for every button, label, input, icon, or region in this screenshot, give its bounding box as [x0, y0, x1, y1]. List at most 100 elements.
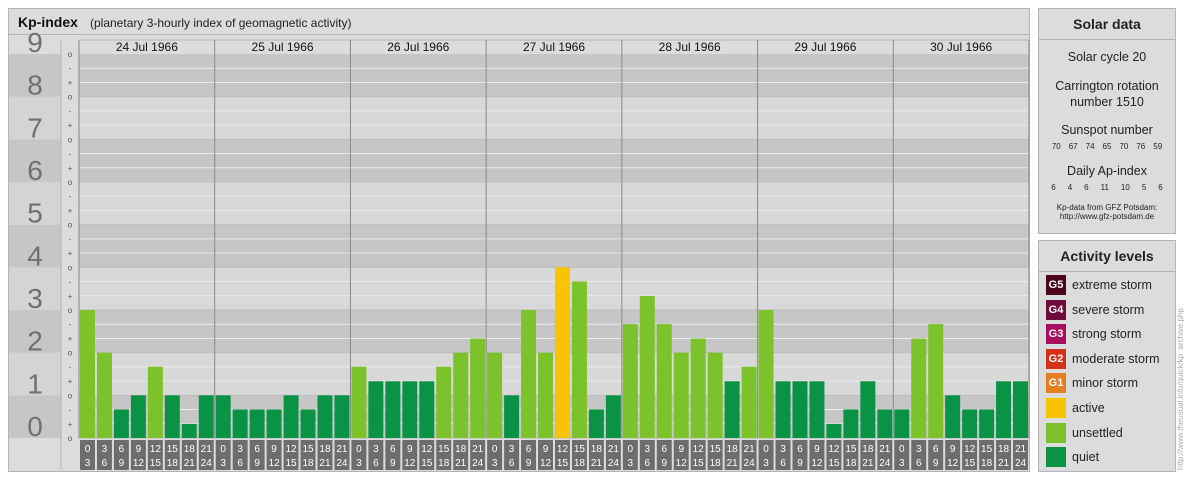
interval-start-label: 12 — [421, 444, 433, 455]
interval-start-label: 15 — [845, 444, 857, 455]
sunspot-value-0: 70 — [1051, 142, 1061, 151]
kp-bar — [368, 381, 384, 438]
interval-end-label: 9 — [797, 458, 803, 469]
y-minor-mark: o — [68, 221, 73, 230]
kp-bar — [707, 352, 723, 438]
interval-end-label: 24 — [608, 458, 620, 469]
kp-bar — [80, 310, 95, 438]
ap-value-4: 10 — [1120, 183, 1130, 192]
interval-end-label: 21 — [591, 458, 603, 469]
y-minor-mark: - — [69, 363, 72, 372]
legend-label: severe storm — [1072, 302, 1145, 317]
kp-bar — [588, 409, 604, 438]
interval-end-label: 12 — [540, 458, 552, 469]
legend-swatch — [1046, 398, 1066, 418]
legend-item-quiet: quiet — [1046, 447, 1099, 468]
day-label: 30 Jul 1966 — [930, 40, 992, 54]
interval-start-label: 3 — [102, 444, 108, 455]
interval-end-label: 6 — [645, 458, 651, 469]
kp-bar — [996, 381, 1012, 438]
interval-start-label: 18 — [591, 444, 603, 455]
interval-end-label: 24 — [1015, 458, 1027, 469]
interval-start-label: 21 — [472, 444, 484, 455]
legend-item-minor-storm: G1 minor storm — [1046, 373, 1138, 394]
interval-end-label: 3 — [85, 458, 91, 469]
interval-end-label: 21 — [727, 458, 739, 469]
y-minor-mark: + — [68, 377, 73, 386]
kp-bar — [283, 395, 299, 438]
y-minor-mark: - — [69, 320, 72, 329]
kp-bar — [809, 381, 825, 438]
interval-end-label: 15 — [693, 458, 705, 469]
interval-end-label: 12 — [811, 458, 823, 469]
interval-start-label: 12 — [828, 444, 840, 455]
interval-end-label: 3 — [492, 458, 498, 469]
interval-start-label: 9 — [136, 444, 142, 455]
interval-end-label: 9 — [661, 458, 667, 469]
y-tick-label: 4 — [27, 240, 43, 271]
y-tick-label: 7 — [27, 112, 43, 143]
sunspot-value-1: 67 — [1068, 142, 1078, 151]
interval-start-label: 0 — [628, 444, 634, 455]
y-minor-mark: + — [68, 334, 73, 343]
interval-start-label: 0 — [85, 444, 91, 455]
kp-bar — [470, 338, 486, 438]
kp-bar — [792, 381, 808, 438]
legend-label: extreme storm — [1072, 278, 1152, 292]
interval-start-label: 0 — [763, 444, 769, 455]
interval-end-label: 15 — [557, 458, 569, 469]
interval-start-label: 9 — [814, 444, 820, 455]
y-band — [79, 352, 1029, 396]
interval-end-label: 15 — [964, 458, 976, 469]
kp-bar — [656, 324, 672, 438]
interval-end-label: 15 — [421, 458, 433, 469]
interval-start-label: 6 — [797, 444, 803, 455]
legend-item-extreme-storm: G5 extreme storm — [1046, 275, 1152, 295]
kp-bar — [673, 352, 689, 438]
interval-end-label: 21 — [455, 458, 467, 469]
kp-bar — [300, 409, 316, 438]
ap-values: 6 4 6 11 10 5 6 — [1039, 183, 1175, 192]
interval-start-label: 0 — [356, 444, 362, 455]
day-label: 24 Jul 1966 — [116, 40, 178, 54]
interval-end-label: 6 — [373, 458, 379, 469]
ap-value-3: 11 — [1100, 183, 1109, 192]
interval-end-label: 12 — [269, 458, 281, 469]
y-tick-label: 0 — [27, 411, 43, 442]
interval-end-label: 9 — [390, 458, 396, 469]
interval-end-label: 18 — [302, 458, 314, 469]
kp-chart-panel: Kp-index (planetary 3-hourly index of ge… — [8, 8, 1030, 472]
kp-bar — [334, 395, 350, 438]
kp-bar — [826, 423, 842, 438]
kp-bar — [130, 395, 146, 438]
legend-label: unsettled — [1072, 425, 1123, 440]
sunspot-value-3: 65 — [1102, 142, 1112, 151]
sunspot-value-2: 74 — [1085, 142, 1095, 151]
y-minor-mark: o — [68, 135, 73, 144]
day-label: 27 Jul 1966 — [523, 40, 585, 54]
ap-value-0: 6 — [1051, 183, 1056, 192]
interval-start-label: 21 — [879, 444, 891, 455]
kp-bar — [113, 409, 129, 438]
interval-start-label: 18 — [319, 444, 331, 455]
ap-value-2: 6 — [1084, 183, 1089, 192]
legend-label: strong storm — [1072, 327, 1142, 342]
y-minor-mark: o — [68, 93, 73, 102]
day-label: 26 Jul 1966 — [387, 40, 449, 54]
y-minor-mark: + — [68, 420, 73, 429]
interval-end-label: 21 — [862, 458, 874, 469]
y-tick-label: 9 — [27, 27, 43, 58]
y-minor-mark: + — [68, 121, 73, 130]
kp-bar-chart: 0123456789o+-o+-o+-o+-o+-o+-o+-o+-o+-o24… — [9, 27, 1030, 470]
kp-bar — [453, 352, 469, 438]
legend-label: moderate storm — [1072, 351, 1160, 366]
interval-start-label: 15 — [981, 444, 993, 455]
interval-start-label: 21 — [201, 444, 213, 455]
interval-start-label: 15 — [574, 444, 586, 455]
source-link[interactable]: http://www.gfz-potsdam.de — [1039, 212, 1175, 221]
interval-end-label: 6 — [509, 458, 515, 469]
kp-bar — [487, 352, 503, 438]
y-band — [79, 182, 1029, 225]
interval-end-label: 3 — [356, 458, 362, 469]
legend-swatch: G3 — [1046, 324, 1066, 345]
